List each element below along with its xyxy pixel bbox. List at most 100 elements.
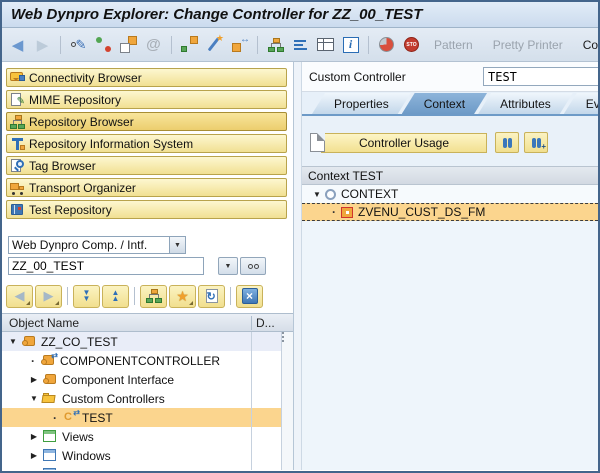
tree-row-label: Views (62, 430, 94, 444)
sidebar-item-connectivity-browser[interactable]: Connectivity Browser (6, 68, 287, 87)
sidebar-item-mime-repository[interactable]: ✎ MIME Repository (6, 90, 287, 109)
display-change-button[interactable]: ✎ (67, 33, 90, 56)
object-type-select[interactable]: Web Dynpro Comp. / Intf. ▼ (8, 236, 186, 254)
expand-caret-icon[interactable]: ▶ (29, 451, 39, 460)
sort-button[interactable] (289, 33, 312, 56)
hierarchy-button[interactable] (264, 33, 287, 56)
tree-row-componentcontroller[interactable]: · ⇄ COMPONENTCONTROLLER (2, 351, 293, 370)
tree-scrollbar[interactable] (281, 332, 293, 470)
collapse-caret-icon[interactable]: ▼ (312, 190, 322, 199)
binoculars-icon (503, 138, 507, 148)
magnifier-icon (10, 159, 25, 173)
glasses-icon (248, 264, 253, 269)
favorites-button[interactable]: ★ (169, 285, 196, 308)
document-icon (310, 133, 325, 152)
table-icon (317, 38, 334, 51)
test-button[interactable]: ↔ (228, 33, 251, 56)
info-button[interactable]: i (339, 33, 362, 56)
tree-row-windows[interactable]: ▶ Windows (2, 446, 293, 465)
star-icon: ★ (176, 288, 189, 305)
object-name-input[interactable] (8, 257, 204, 275)
object-list-header: Object Name D... (2, 313, 293, 332)
context-tab-content: Controller Usage + Context TEST ▼ CONTEX… (302, 114, 598, 470)
tree-row-custom-controllers[interactable]: ▼ Custom Controllers (2, 389, 293, 408)
collapse-caret-icon[interactable]: ▼ (29, 394, 39, 403)
tab-properties[interactable]: Properties (312, 93, 411, 114)
binoculars-plus-icon (532, 138, 536, 148)
sidebar-item-label: Repository Browser (29, 115, 134, 129)
detail-view-button[interactable] (314, 33, 337, 56)
other-object-button[interactable]: @ (142, 33, 165, 56)
collapse-caret-icon[interactable]: ▼ (8, 337, 18, 346)
tree-row-views[interactable]: ▶ Views (2, 427, 293, 446)
forward-button[interactable]: ▶ (31, 33, 54, 56)
sidebar-item-transport-organizer[interactable]: Transport Organizer (6, 178, 287, 197)
sidebar-item-test-repository[interactable]: Test Repository (6, 200, 287, 219)
pattern-button[interactable]: Pattern (425, 38, 482, 52)
window-icon (42, 468, 58, 470)
repository-browser-panel: Connectivity Browser ✎ MIME Repository R… (2, 62, 294, 470)
controller-menu-button[interactable]: Contro (574, 38, 598, 52)
tree-row-component[interactable]: ▼ ZZ_CO_TEST (2, 332, 293, 351)
column-description[interactable]: D... (251, 316, 279, 330)
tab-attributes[interactable]: Attributes (478, 93, 573, 114)
object-name-dropdown-button[interactable]: ▼ (218, 257, 238, 275)
sort-icon (294, 38, 307, 52)
tree-row-partial[interactable]: ▶ (2, 465, 293, 470)
copy-button[interactable] (117, 33, 140, 56)
chat-bubble-icon (10, 71, 25, 85)
sidebar-item-repository-browser[interactable]: Repository Browser (6, 112, 287, 131)
sto-icon: STO (404, 37, 419, 52)
double-down-icon: ▼▼ (83, 290, 91, 302)
tree-row-component-interface[interactable]: ▶ Component Interface (2, 370, 293, 389)
main-toolbar: ◀ ▶ ✎ @ ★ ↔ i STO Pattern Pretty Printer… (2, 28, 598, 62)
tree-row-test-controller[interactable]: · C⇄ TEST (2, 408, 293, 427)
expand-caret-icon[interactable]: ▶ (29, 432, 39, 441)
component-icon (21, 335, 37, 348)
pretty-printer-button[interactable]: Pretty Printer (484, 38, 572, 52)
open-in-new-hierarchy-button[interactable] (140, 285, 167, 308)
chevron-down-icon[interactable]: ▼ (169, 237, 185, 253)
close-browser-button[interactable]: × (236, 285, 263, 308)
display-object-button[interactable] (240, 257, 266, 275)
controller-usage-button[interactable]: Controller Usage (321, 133, 487, 153)
hierarchy-icon (268, 38, 284, 52)
sidebar-item-label: Repository Information System (29, 137, 193, 151)
toolbar-separator (171, 36, 172, 54)
panel-splitter[interactable] (294, 62, 302, 470)
detail-tabs: Properties Context Attributes Event (302, 92, 598, 114)
find-button[interactable] (495, 132, 519, 153)
refresh-icon (96, 37, 102, 43)
back-button[interactable]: ◀ (6, 33, 29, 56)
expand-all-button[interactable]: ▼▼ (73, 285, 100, 308)
history-forward-button[interactable]: ▶ (35, 285, 62, 308)
toolbar-separator (230, 287, 231, 305)
stop-transaction-button[interactable]: STO (400, 33, 423, 56)
controller-detail-panel: Custom Controller Properties Context Att… (302, 62, 598, 470)
collapse-all-button[interactable]: ▲▲ (102, 285, 129, 308)
book-icon (10, 203, 25, 217)
refresh-button[interactable] (92, 33, 115, 56)
object-tree: ▼ ZZ_CO_TEST · ⇄ COMPONENTCONTROLLER ▶ C… (2, 332, 293, 470)
history-back-button[interactable]: ◀ (6, 285, 33, 308)
find-next-button[interactable]: + (524, 132, 548, 153)
toolbar-separator (67, 287, 68, 305)
sidebar-item-label: MIME Repository (29, 93, 121, 107)
runtime-analysis-button[interactable] (375, 33, 398, 56)
sidebar-item-label: Tag Browser (29, 159, 96, 173)
sidebar-item-repository-information-system[interactable]: Repository Information System (6, 134, 287, 153)
refresh-tree-button[interactable]: ↻ (198, 285, 225, 308)
toolbar-separator (134, 287, 135, 305)
back-icon: ◀ (15, 288, 25, 304)
window-icon (42, 449, 58, 462)
sidebar-item-tag-browser[interactable]: Tag Browser (6, 156, 287, 175)
column-object-name[interactable]: Object Name (2, 316, 251, 330)
tree-row-label: ZZ_CO_TEST (41, 335, 118, 349)
wizard-button[interactable]: ★ (203, 33, 226, 56)
create-button[interactable] (178, 33, 201, 56)
controller-name-input[interactable] (483, 67, 598, 86)
context-root-row[interactable]: ▼ CONTEXT (302, 185, 598, 203)
tab-context[interactable]: Context (402, 93, 487, 114)
expand-caret-icon[interactable]: ▶ (29, 375, 39, 384)
context-node-row[interactable]: · ZVENU_CUST_DS_FM (302, 203, 598, 221)
